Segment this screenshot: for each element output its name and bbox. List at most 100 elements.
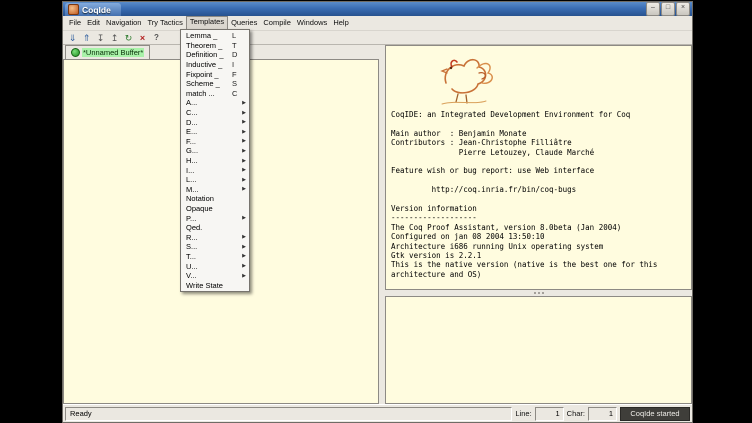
about-line: ------------------- xyxy=(391,213,687,222)
templates-menu-item[interactable]: U... ▶ xyxy=(182,261,248,271)
about-line: Feature wish or bug report: use Web inte… xyxy=(391,166,687,175)
menu-navigation[interactable]: Navigation xyxy=(103,17,144,29)
about-line xyxy=(391,176,687,185)
main-content: *Unnamed Buffer* xyxy=(63,45,692,404)
go-to-cursor-icon[interactable]: ↧ xyxy=(95,32,106,44)
menu-item-label: L... xyxy=(186,175,232,184)
menu-item-label: V... xyxy=(186,271,232,280)
menu-item-label: H... xyxy=(186,156,232,165)
about-line: Configured on jan 08 2004 13:50:10 xyxy=(391,232,687,241)
menu-try-tactics[interactable]: Try Tactics xyxy=(144,17,185,29)
menu-item-label: Qed. xyxy=(186,223,232,232)
templates-menu-item[interactable]: Lemma _ L xyxy=(182,31,248,41)
menu-help[interactable]: Help xyxy=(330,17,351,29)
char-label: Char: xyxy=(567,409,585,418)
char-value: 1 xyxy=(588,407,617,421)
templates-menu-item[interactable]: S... ▶ xyxy=(182,242,248,252)
step-backward-icon[interactable]: ⇑ xyxy=(81,32,92,44)
menu-item-label: F... xyxy=(186,137,232,146)
templates-menu-item[interactable]: L... ▶ xyxy=(182,175,248,185)
close-button[interactable]: × xyxy=(676,2,690,16)
help-icon[interactable]: ? xyxy=(151,32,162,44)
about-line xyxy=(391,195,687,204)
menu-compile[interactable]: Compile xyxy=(260,17,294,29)
templates-menu-item[interactable]: P... ▶ xyxy=(182,213,248,223)
maximize-button[interactable]: □ xyxy=(661,2,675,16)
menu-item-label: Notation xyxy=(186,194,232,203)
menu-item-label: match ... xyxy=(186,89,232,98)
about-line: Main author : Benjamin Monate xyxy=(391,129,687,138)
templates-menu-item[interactable]: Opaque xyxy=(182,204,248,214)
toolbar: ⇓ ⇑ ↧ ↥ ↻ × ? xyxy=(63,31,692,45)
step-forward-icon[interactable]: ⇓ xyxy=(67,32,78,44)
submenu-arrow-icon: ▶ xyxy=(240,253,246,259)
templates-menu-item[interactable]: F... ▶ xyxy=(182,137,248,147)
menu-file[interactable]: File xyxy=(66,17,84,29)
proof-column: CoqIDE: an Integrated Development Enviro… xyxy=(385,45,692,404)
tab-unnamed-buffer[interactable]: *Unnamed Buffer* xyxy=(65,45,150,59)
templates-menu-item[interactable]: D... ▶ xyxy=(182,117,248,127)
submenu-arrow-icon: ▶ xyxy=(240,215,246,221)
templates-menu-item[interactable]: T... ▶ xyxy=(182,252,248,262)
menu-item-accelerator: D xyxy=(232,50,240,59)
menu-templates[interactable]: Templates xyxy=(186,16,228,30)
templates-menu-item[interactable]: I... ▶ xyxy=(182,165,248,175)
interrupt-icon[interactable]: × xyxy=(137,32,148,44)
templates-menu-item[interactable]: Scheme _ S xyxy=(182,79,248,89)
goal-panel[interactable]: CoqIDE: an Integrated Development Enviro… xyxy=(385,45,692,290)
menu-item-label: Theorem _ xyxy=(186,41,232,50)
status-bar: Ready Line: 1 Char: 1 CoqIde started xyxy=(63,404,692,422)
about-line xyxy=(391,119,687,128)
templates-menu-item[interactable]: Qed. xyxy=(182,223,248,233)
go-to-start-icon[interactable]: ↥ xyxy=(109,32,120,44)
about-line: Contributors : Jean-Christophe Filliâtre xyxy=(391,138,687,147)
templates-menu-item[interactable]: Theorem _ T xyxy=(182,41,248,51)
menu-edit[interactable]: Edit xyxy=(84,17,103,29)
templates-menu-item[interactable]: match ... C xyxy=(182,89,248,99)
menu-item-label: Opaque xyxy=(186,204,232,213)
templates-menu-item[interactable]: C... ▶ xyxy=(182,108,248,118)
titlebar[interactable]: CoqIde – □ × xyxy=(63,2,692,16)
templates-menu-item[interactable]: Definition _ D xyxy=(182,50,248,60)
submenu-arrow-icon: ▶ xyxy=(240,148,246,154)
submenu-arrow-icon: ▶ xyxy=(240,273,246,279)
submenu-arrow-icon: ▶ xyxy=(240,158,246,164)
templates-menu-item[interactable]: R... ▶ xyxy=(182,232,248,242)
minimize-button[interactable]: – xyxy=(646,2,660,16)
menu-item-label: I... xyxy=(186,166,232,175)
templates-menu-item[interactable]: Fixpoint _ F xyxy=(182,69,248,79)
templates-menu-item[interactable]: M... ▶ xyxy=(182,185,248,195)
menu-item-label: Definition _ xyxy=(186,50,232,59)
restart-icon[interactable]: ↻ xyxy=(123,32,134,44)
submenu-arrow-icon: ▶ xyxy=(240,234,246,240)
line-label: Line: xyxy=(515,409,531,418)
templates-menu-item[interactable]: Inductive _ I xyxy=(182,60,248,70)
menu-item-label: D... xyxy=(186,118,232,127)
templates-menu-item[interactable]: G... ▶ xyxy=(182,146,248,156)
templates-menu-item[interactable]: H... ▶ xyxy=(182,156,248,166)
app-icon xyxy=(68,4,79,15)
templates-menu-item[interactable]: Notation xyxy=(182,194,248,204)
line-value: 1 xyxy=(535,407,564,421)
templates-menu-item[interactable]: E... ▶ xyxy=(182,127,248,137)
about-line: CoqIDE: an Integrated Development Enviro… xyxy=(391,110,687,119)
submenu-arrow-icon: ▶ xyxy=(240,244,246,250)
menu-item-label: R... xyxy=(186,233,232,242)
tab-label: *Unnamed Buffer* xyxy=(82,48,144,57)
message-panel[interactable] xyxy=(385,296,692,404)
menu-queries[interactable]: Queries xyxy=(228,17,260,29)
about-line: Gtk version is 2.2.1 xyxy=(391,251,687,260)
menu-windows[interactable]: Windows xyxy=(294,17,330,29)
menu-item-label: Write State xyxy=(186,281,232,290)
templates-menu-item[interactable]: A... ▶ xyxy=(182,98,248,108)
submenu-arrow-icon: ▶ xyxy=(240,186,246,192)
menu-item-label: E... xyxy=(186,127,232,136)
about-line: The Coq Proof Assistant, version 8.0beta… xyxy=(391,223,687,232)
menu-item-label: Fixpoint _ xyxy=(186,70,232,79)
menu-item-accelerator: I xyxy=(232,60,240,69)
templates-menu-item[interactable]: V... ▶ xyxy=(182,271,248,281)
about-line xyxy=(391,157,687,166)
about-line: http://coq.inria.fr/bin/coq-bugs xyxy=(391,185,687,194)
menu-item-label: T... xyxy=(186,252,232,261)
templates-menu-item[interactable]: Write State xyxy=(182,280,248,290)
